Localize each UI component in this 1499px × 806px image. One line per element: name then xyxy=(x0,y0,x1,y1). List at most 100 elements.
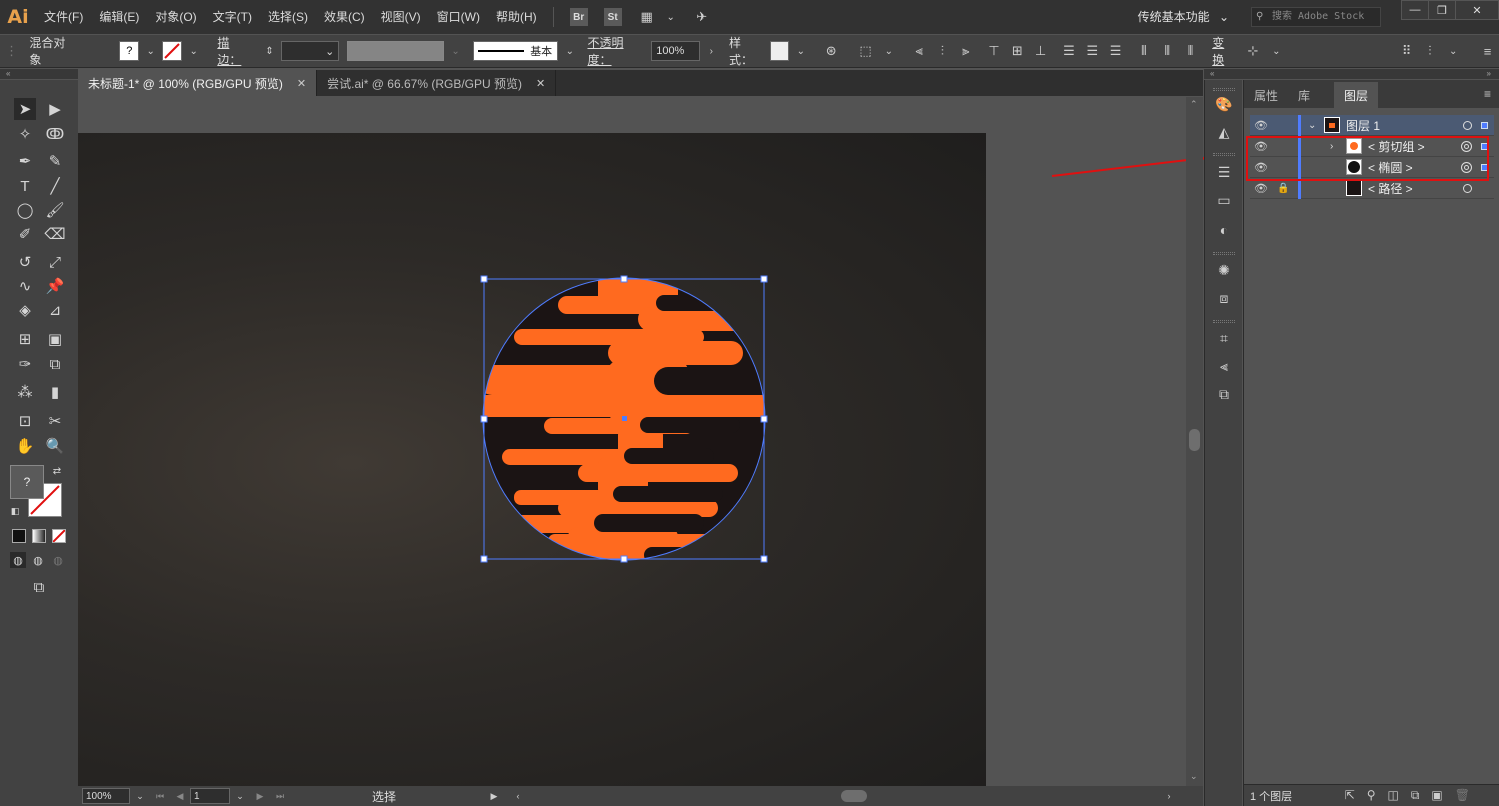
restore-button[interactable]: ❐ xyxy=(1428,0,1456,20)
zoom-tool-icon[interactable]: 🔍 xyxy=(44,435,66,457)
symbol-sprayer-tool-icon[interactable]: ⁂ xyxy=(14,381,36,403)
ellipse-tool-icon[interactable]: ◯ xyxy=(14,199,36,221)
graphic-styles-icon[interactable]: ⧈ xyxy=(1214,288,1234,308)
panels-collapse[interactable]: « » xyxy=(1204,69,1499,79)
none-mode-button[interactable] xyxy=(52,529,66,543)
chevron-down-icon[interactable]: ⌄ xyxy=(662,8,680,26)
color-panel-icon[interactable]: 🎨 xyxy=(1214,94,1234,114)
chevron-down-icon[interactable]: ⌄ xyxy=(142,42,159,60)
stroke-panel-icon[interactable]: ☰ xyxy=(1214,162,1234,182)
direct-selection-tool-icon[interactable]: ▶ xyxy=(44,98,66,120)
align-top-icon[interactable]: ⊤ xyxy=(985,42,1002,60)
shaper-tool-icon[interactable]: ✐ xyxy=(14,223,36,245)
tab-libraries[interactable]: 库 xyxy=(1288,82,1320,108)
vertical-scroll-thumb[interactable] xyxy=(1189,429,1200,451)
chevron-down-icon[interactable]: ⌄ xyxy=(561,42,578,60)
gradient-tool-icon[interactable]: ▣ xyxy=(44,328,66,350)
artboard-tool-icon[interactable]: ⊡ xyxy=(14,410,36,432)
blend-tool-icon[interactable]: ⧉ xyxy=(44,353,66,375)
distribute-left-icon[interactable]: ⦀ xyxy=(1135,42,1152,60)
new-layer-icon[interactable]: ▣ xyxy=(1431,788,1442,803)
horizontal-scroll-thumb[interactable] xyxy=(841,790,867,802)
graphic-style-swatch[interactable] xyxy=(769,41,790,61)
opacity-label[interactable]: 不透明度： xyxy=(588,34,646,68)
mesh-tool-icon[interactable]: ⊞ xyxy=(14,328,36,350)
artboard-number-input[interactable]: 1 xyxy=(190,788,230,804)
menu-effect[interactable]: 效果(C) xyxy=(316,0,373,34)
appearance-panel-icon[interactable]: ✺ xyxy=(1214,260,1234,280)
align-center-icon[interactable]: ⫶ xyxy=(934,42,951,60)
color-guide-icon[interactable]: ◭ xyxy=(1214,122,1234,142)
layer-row-path[interactable]: 👁 🔒 < 路径 > xyxy=(1250,177,1494,199)
bridge-icon[interactable]: Br xyxy=(569,8,588,26)
next-artboard-icon[interactable]: ▶ xyxy=(251,787,269,805)
canvas[interactable] xyxy=(78,97,1186,786)
isolate-icon[interactable]: ⊹ xyxy=(1244,42,1261,60)
warp-tool-icon[interactable]: ∿ xyxy=(14,275,36,297)
recolor-artwork-icon[interactable]: ⊛ xyxy=(823,42,840,60)
line-tool-icon[interactable]: ╱ xyxy=(44,175,66,197)
draw-behind-icon[interactable]: ◍ xyxy=(30,552,46,568)
distribute-bottom-icon[interactable]: ☰ xyxy=(1107,42,1124,60)
scroll-down-icon[interactable]: ⌄ xyxy=(1190,771,1198,782)
workspace-switcher[interactable]: 传统基本功能 ⌄ xyxy=(1138,0,1229,34)
transform-label[interactable]: 变换 xyxy=(1212,34,1235,68)
gpu-performance-icon[interactable]: ✈ xyxy=(693,8,711,26)
menu-select[interactable]: 选择(S) xyxy=(260,0,316,34)
minimize-button[interactable]: — xyxy=(1401,0,1429,20)
chevron-right-icon[interactable]: › xyxy=(703,42,720,60)
stroke-weight-input[interactable]: ⌄ xyxy=(281,41,340,61)
layer-row-layer-1[interactable]: 👁 ⌄ 图层 1 xyxy=(1250,114,1494,136)
close-button[interactable]: ✕ xyxy=(1455,0,1499,20)
vertical-scrollbar[interactable]: ⌃ ⌄ xyxy=(1186,97,1203,786)
eraser-tool-icon[interactable]: ⌫ xyxy=(44,223,66,245)
brush-definition[interactable]: 基本 xyxy=(473,41,559,61)
stroke-weight-stepper-icon[interactable]: ⇕ xyxy=(261,42,278,60)
toolbar-collapse[interactable]: « xyxy=(0,69,78,79)
distribute-middle-icon[interactable]: ☰ xyxy=(1084,42,1101,60)
paintbrush-tool-icon[interactable]: 🖌 xyxy=(44,199,66,221)
selection-tool-icon[interactable]: ➤ xyxy=(14,98,36,120)
default-colors-icon[interactable]: ◧ xyxy=(8,504,22,518)
menu-type[interactable]: 文字(T) xyxy=(205,0,260,34)
puppet-warp-tool-icon[interactable]: 📌 xyxy=(44,275,66,297)
chevron-down-icon[interactable]: ⌄ xyxy=(185,42,202,60)
shape-builder-tool-icon[interactable]: ◈ xyxy=(14,299,36,321)
panel-menu-icon[interactable]: ≡ xyxy=(1484,87,1491,101)
menu-object[interactable]: 对象(O) xyxy=(147,0,204,34)
new-sublayer-icon[interactable]: ⧉ xyxy=(1411,788,1420,803)
eye-icon[interactable]: 👁 xyxy=(1254,119,1268,132)
first-artboard-icon[interactable]: ⏮ xyxy=(151,787,169,805)
magic-wand-tool-icon[interactable]: ✧ xyxy=(14,123,36,145)
stroke-swatch[interactable] xyxy=(162,41,183,61)
arrange-documents-icon[interactable]: ▦ xyxy=(638,8,656,26)
swap-fill-stroke-icon[interactable]: ⇄ xyxy=(50,464,64,478)
menu-file[interactable]: 文件(F) xyxy=(36,0,91,34)
distribute-right-icon[interactable]: ⦀ xyxy=(1182,42,1199,60)
chevron-down-icon[interactable]: ⌄ xyxy=(1268,42,1285,60)
status-menu-icon[interactable]: ▶ xyxy=(485,787,503,805)
screen-mode-icon[interactable]: ⧉ xyxy=(28,576,50,598)
locate-object-icon[interactable]: ⚲ xyxy=(1367,788,1376,803)
chevron-down-icon[interactable]: ⌄ xyxy=(131,787,149,805)
fill-swatch[interactable]: ? xyxy=(119,41,140,61)
align-panel-icon[interactable]: ⫷ xyxy=(1214,356,1234,376)
transparency-panel-icon[interactable]: ◐ xyxy=(1214,220,1234,240)
align-right-icon[interactable]: ⫸ xyxy=(957,42,974,60)
draw-normal-icon[interactable]: ◍ xyxy=(10,552,26,568)
variable-width-profile[interactable] xyxy=(347,41,444,61)
transform-panel-icon[interactable]: ⌗ xyxy=(1214,328,1234,348)
reset-icon[interactable]: ⫶ xyxy=(1421,42,1438,60)
chevron-down-icon[interactable]: ⌄ xyxy=(792,42,809,60)
tab-trial-ai[interactable]: 尝试.ai* @ 66.67% (RGB/GPU 预览) ✕ xyxy=(317,70,557,96)
fill-indicator[interactable]: ? xyxy=(10,465,44,499)
opacity-input[interactable]: 100% xyxy=(651,41,700,61)
rotate-tool-icon[interactable]: ↺ xyxy=(14,251,36,273)
stock-search-input[interactable]: ⚲ 搜索 Adobe Stock xyxy=(1251,7,1381,27)
chevron-down-icon[interactable]: ⌄ xyxy=(1445,42,1462,60)
slice-tool-icon[interactable]: ✂ xyxy=(44,410,66,432)
eyedropper-tool-icon[interactable]: ✑ xyxy=(14,353,36,375)
pathfinder-panel-icon[interactable]: ⧉ xyxy=(1214,384,1234,404)
pen-tool-icon[interactable]: ✒ xyxy=(14,150,36,172)
scroll-left-icon[interactable]: ‹ xyxy=(509,787,527,805)
